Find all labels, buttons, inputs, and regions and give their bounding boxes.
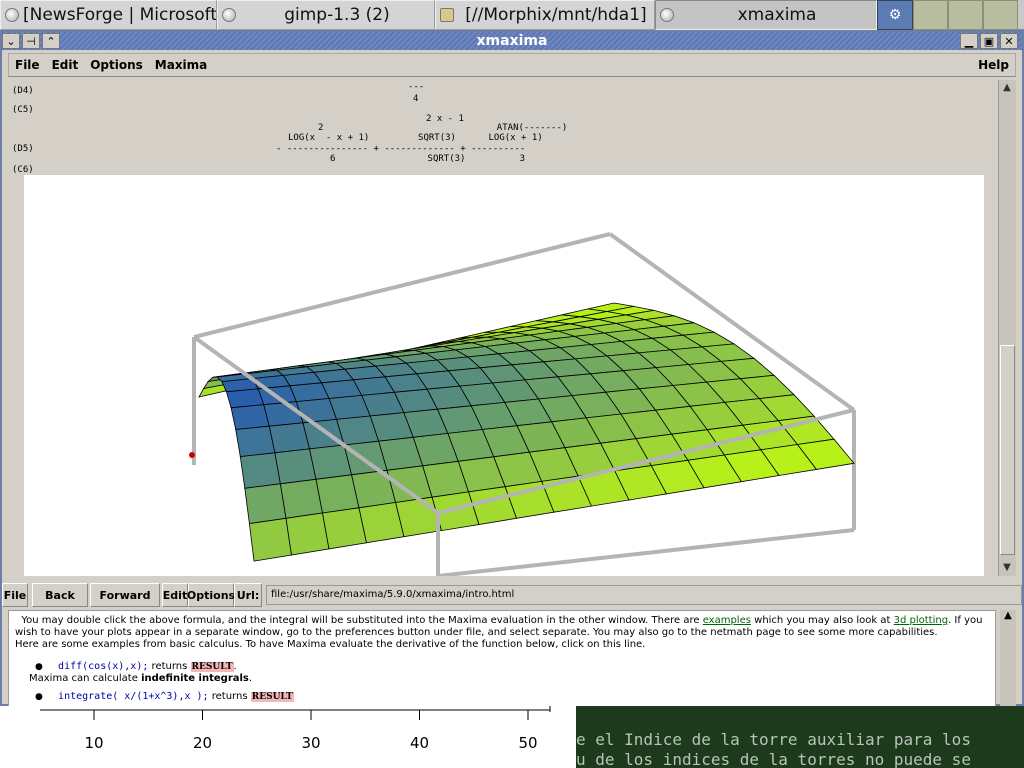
menu-maxima[interactable]: Maxima	[149, 58, 214, 72]
output-text: ---	[408, 82, 425, 92]
3d-plotting-link[interactable]: 3d plotting	[894, 615, 948, 626]
axis-tick-label: 40	[410, 734, 429, 752]
workspace-2[interactable]	[948, 0, 983, 30]
task-gimp[interactable]: gimp-1.3 (2)	[217, 0, 435, 30]
scroll-down-icon[interactable]: ▼	[999, 560, 1015, 576]
surface-plot[interactable]	[24, 175, 984, 576]
task-label: [NewsForge | Microsoft to	[23, 5, 217, 25]
background-chart-window: 10 20 30 40 50	[0, 706, 576, 768]
browser-icon	[5, 8, 19, 22]
menu-edit[interactable]: Edit	[46, 58, 85, 72]
surface-patch	[239, 452, 281, 489]
browser-toolbar: File Back Forward Edit Options Url: file…	[2, 583, 1022, 607]
help-scrollbar[interactable]: ▲	[1000, 610, 1016, 708]
forward-button[interactable]: Forward	[90, 583, 160, 607]
output-text: 6 SQRT(3) 3	[330, 154, 526, 164]
surface-patch	[235, 425, 276, 458]
menu-file[interactable]: File	[9, 58, 46, 72]
maxima-session[interactable]: (D4) --- 4 (C5) 2 x - 1 2 ATAN(-------) …	[8, 80, 998, 576]
minimize-icon[interactable]: ▁	[960, 33, 978, 49]
workspace-1[interactable]	[913, 0, 948, 30]
surface-patch	[268, 422, 310, 454]
workspace-pager[interactable]	[913, 0, 1018, 30]
examples-link[interactable]: examples	[703, 615, 751, 626]
task-xmaxima[interactable]: xmaxima	[655, 0, 877, 30]
terminal-line: u de los indices de la torres no puede s…	[576, 750, 971, 768]
back-button[interactable]: Back	[32, 583, 88, 607]
result-box: RESULT	[250, 692, 294, 702]
surface-patch	[244, 483, 287, 525]
menu-bar: File Edit Options Maxima Help	[8, 53, 1016, 77]
task-file-manager[interactable]: [//Morphix/mnt/hda1]	[435, 0, 655, 30]
close-icon[interactable]: ✕	[1000, 33, 1018, 49]
surface-patch	[248, 517, 292, 562]
background-terminal-window: e el Indice de la torre auxiliar para lo…	[576, 706, 1024, 768]
line-label: (C6)	[12, 165, 34, 175]
taskbar: [NewsForge | Microsoft to gimp-1.3 (2) […	[0, 0, 1024, 30]
scroll-up-icon[interactable]: ▲	[999, 80, 1015, 96]
workspace-3[interactable]	[983, 0, 1018, 30]
terminal-line: e el Indice de la torre auxiliar para lo…	[576, 730, 971, 749]
menu-options[interactable]: Options	[84, 58, 149, 72]
surface-patch	[263, 401, 304, 427]
session-scrollbar[interactable]: ▲ ▼	[998, 80, 1016, 576]
line-label: (D5)	[12, 144, 34, 154]
surface-patch	[279, 478, 323, 519]
task-newsforge[interactable]: [NewsForge | Microsoft to	[0, 0, 217, 30]
window-title: xmaxima	[476, 33, 548, 49]
intro-paragraph: You may double click the above formula, …	[15, 615, 983, 638]
line-label: (D4)	[12, 86, 34, 96]
axis-tick-label: 30	[301, 734, 320, 752]
axis-fragment: 10 20 30 40 50	[40, 706, 551, 752]
output-text: - --------------- + ------------- + ----…	[276, 144, 526, 154]
axis-tick-label: 20	[193, 734, 212, 752]
window-menu-icon[interactable]: ⌄	[2, 33, 20, 49]
line-label: (C5)	[12, 105, 34, 115]
plot-box-edge	[437, 528, 855, 576]
gear-icon[interactable]: ⚙	[877, 0, 913, 30]
app-icon	[222, 8, 236, 22]
title-bar[interactable]: ⌄ ⊣ ⌃ xmaxima ▁ ▣ ✕	[2, 32, 1022, 50]
calculus-paragraph: Here are some examples from basic calcul…	[15, 639, 646, 650]
output-text: 4	[413, 94, 419, 104]
output-text: 2 ATAN(-------)	[318, 123, 568, 133]
integrate-example[interactable]: integrate( x/(1+x^3),x ); returns RESULT	[55, 691, 989, 703]
plot-origin-marker	[189, 452, 195, 458]
app-icon	[660, 8, 674, 22]
task-label: [//Morphix/mnt/hda1]	[465, 5, 647, 25]
url-label: Url:	[234, 583, 262, 607]
browser-options-button[interactable]: Options	[187, 583, 235, 607]
task-label: xmaxima	[737, 5, 817, 25]
integrals-line: Maxima can calculate indefinite integral…	[29, 673, 253, 684]
diff-example[interactable]: diff(cos(x),x); returns RESULT.	[55, 661, 989, 673]
help-pane[interactable]: You may double click the above formula, …	[8, 610, 996, 708]
surface-patch	[285, 512, 330, 556]
maximize-icon[interactable]: ▣	[980, 33, 998, 49]
output-text: LOG(x - x + 1) SQRT(3) LOG(x + 1)	[288, 133, 543, 143]
task-label: gimp-1.3 (2)	[284, 5, 390, 25]
xmaxima-window: ⌄ ⊣ ⌃ xmaxima ▁ ▣ ✕ File Edit Options Ma…	[0, 30, 1024, 708]
browser-edit-button[interactable]: Edit	[162, 583, 188, 607]
shade-icon[interactable]: ⌃	[42, 33, 60, 49]
surface-patch	[230, 404, 270, 430]
plot-3d-canvas[interactable]	[24, 175, 984, 576]
pin-icon[interactable]: ⊣	[22, 33, 40, 49]
surface-patch	[274, 448, 317, 485]
url-field[interactable]: file:/usr/share/maxima/5.9.0/xmaxima/int…	[266, 585, 1022, 605]
scroll-thumb[interactable]	[1000, 345, 1015, 555]
axis-tick-label: 10	[84, 734, 103, 752]
netmath-link: netmath page	[710, 627, 781, 638]
browser-file-button[interactable]: File	[2, 583, 28, 607]
menu-help[interactable]: Help	[972, 58, 1015, 72]
result-box: RESULT	[190, 662, 234, 672]
surface-patch	[322, 507, 367, 550]
folder-icon	[440, 8, 454, 22]
axis-tick-label: 50	[518, 734, 537, 752]
scroll-up-icon[interactable]: ▲	[1000, 610, 1016, 621]
